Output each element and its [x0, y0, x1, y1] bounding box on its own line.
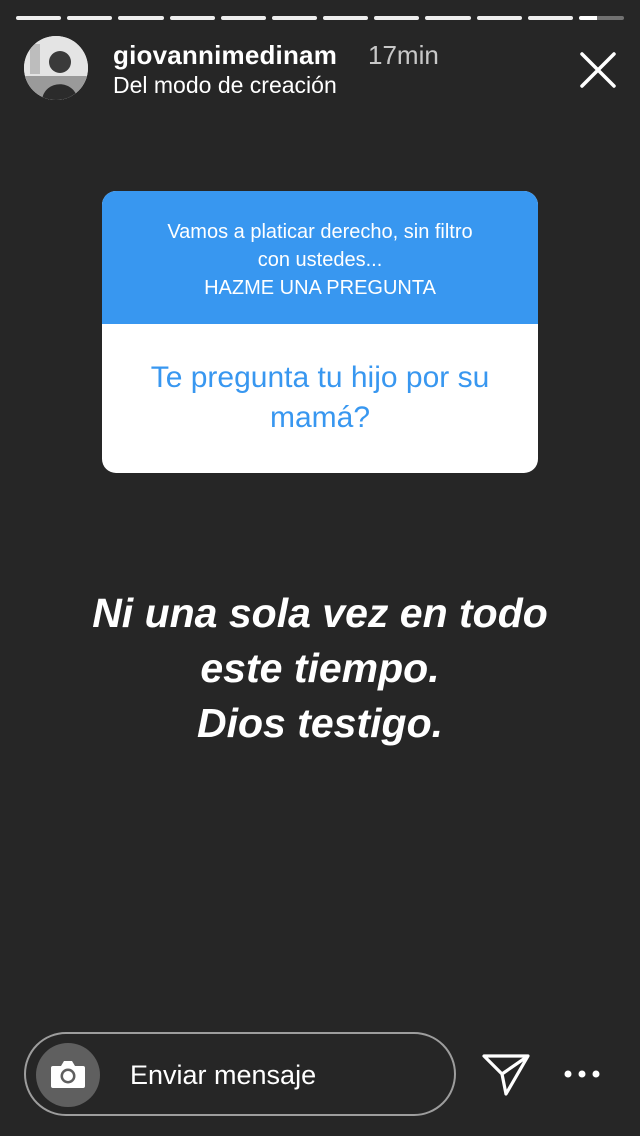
progress-segment [16, 16, 62, 20]
close-button[interactable] [578, 50, 618, 90]
progress-segment [578, 16, 625, 20]
story-timestamp: 17min [368, 40, 439, 70]
question-sticker[interactable]: Vamos a platicar derecho, sin filtro con… [102, 191, 538, 473]
send-button[interactable] [480, 1050, 532, 1098]
answer-line: Dios testigo. [196, 700, 444, 746]
story-header: giovannimedinam 17min Del modo de creaci… [24, 36, 624, 106]
answer-line: este tiempo. [200, 645, 440, 691]
send-icon [482, 1054, 530, 1096]
story-progress-bar [16, 16, 625, 20]
progress-segment-fill [578, 16, 597, 20]
prompt-line: HAZME UNA PREGUNTA [204, 277, 436, 299]
progress-segment [425, 16, 471, 20]
close-icon [580, 52, 616, 88]
message-placeholder: Enviar mensaje [130, 1060, 317, 1090]
progress-segment [118, 16, 164, 20]
prompt-line: Vamos a platicar derecho, sin filtro [167, 221, 473, 243]
story-viewer[interactable]: giovannimedinam 17min Del modo de creaci… [0, 0, 640, 1136]
progress-segment [169, 16, 215, 20]
progress-segment [271, 16, 318, 20]
prompt-line: con ustedes... [257, 249, 383, 271]
answer-text: Ni una sola vez en todo este tiempo. Dio… [0, 586, 640, 751]
progress-segment [220, 16, 266, 20]
more-options-button[interactable] [560, 1056, 604, 1092]
progress-segment [374, 16, 420, 20]
camera-icon [51, 1061, 85, 1088]
message-input[interactable]: Enviar mensaje [24, 1032, 456, 1116]
reply-bar: Enviar mensaje [24, 1032, 640, 1120]
story-subtitle[interactable]: Del modo de creación [113, 72, 337, 99]
avatar[interactable] [24, 36, 88, 100]
answer-line: Ni una sola vez en todo [92, 590, 548, 636]
username[interactable]: giovannimedinam [113, 40, 337, 71]
user-photo-icon [24, 36, 88, 100]
question-text: Te pregunta tu hijo por su mamá? [150, 361, 490, 434]
progress-segment [67, 16, 113, 20]
progress-segment [527, 16, 573, 20]
question-sticker-prompt: Vamos a platicar derecho, sin filtro con… [102, 191, 538, 324]
camera-button[interactable] [36, 1043, 100, 1107]
more-options-icon [564, 1070, 600, 1078]
progress-segment [476, 16, 522, 20]
progress-segment [323, 16, 369, 20]
